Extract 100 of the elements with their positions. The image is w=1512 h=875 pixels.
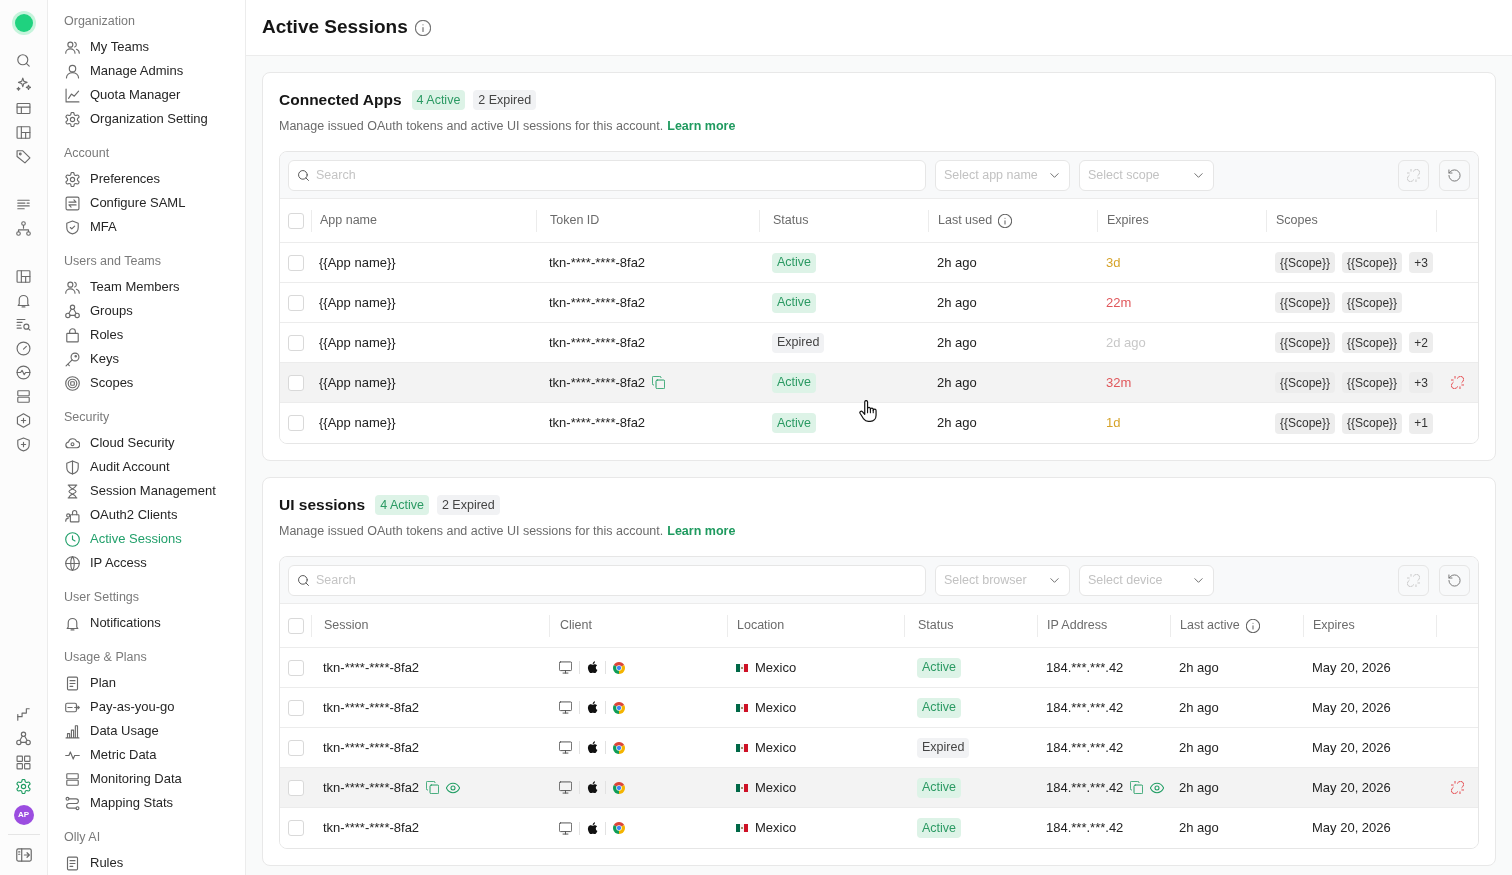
scope-tag: {{Scope}} <box>1275 372 1336 393</box>
section-title: User Settings <box>64 588 141 606</box>
nav-item[interactable]: MFA <box>64 215 237 239</box>
unlink-icon[interactable] <box>1450 376 1464 389</box>
row-checkbox[interactable] <box>287 659 304 676</box>
sparkles-icon[interactable] <box>16 76 31 92</box>
row-checkbox[interactable] <box>287 699 304 716</box>
table-cell-text: {{App name}} <box>319 253 396 272</box>
logo-icon[interactable] <box>11 11 36 35</box>
unlink-icon[interactable] <box>1450 781 1464 794</box>
row-checkbox[interactable] <box>287 415 304 431</box>
count-tag: +3 <box>1409 372 1433 393</box>
info-icon[interactable] <box>1245 618 1260 633</box>
monitor-icon <box>559 701 572 714</box>
shield-check-icon <box>65 219 80 235</box>
info-icon[interactable] <box>414 19 431 36</box>
table-cell-text: Mexico <box>755 698 797 717</box>
globe-icon <box>65 555 80 571</box>
search-field[interactable]: Search <box>288 564 926 596</box>
nav-item[interactable]: Roles <box>64 323 237 347</box>
tag-icon[interactable] <box>16 148 31 164</box>
count-tag: +2 <box>1409 332 1433 353</box>
nav-item[interactable]: Session Management <box>64 479 237 503</box>
nav-item[interactable]: Mapping Stats <box>64 791 237 815</box>
refresh-button[interactable] <box>1439 159 1470 191</box>
column-header: Last used <box>938 212 993 230</box>
nav-item[interactable]: Plan <box>64 671 237 695</box>
list-search-icon[interactable] <box>16 316 31 332</box>
layout-icon[interactable] <box>16 124 31 140</box>
sidebar-toggle-icon[interactable] <box>15 847 32 863</box>
bell-icon[interactable] <box>16 292 31 308</box>
nav-item[interactable]: Organization Setting <box>64 107 237 131</box>
layout-icon[interactable] <box>16 268 31 284</box>
table-cell-text: May 20, 2026 <box>1312 698 1391 717</box>
copy-icon[interactable] <box>652 376 666 389</box>
lock-user-icon <box>65 507 80 523</box>
copy-icon[interactable] <box>1130 781 1144 794</box>
column-header: Client <box>560 617 592 635</box>
learn-more-link[interactable]: Learn more <box>667 524 736 538</box>
row-checkbox[interactable] <box>287 254 304 271</box>
nav-item[interactable]: Quota Manager <box>64 83 237 107</box>
nav-item[interactable]: Monitoring Data <box>64 767 237 791</box>
row-checkbox[interactable] <box>287 739 304 756</box>
hierarchy-icon[interactable] <box>16 220 31 236</box>
row-checkbox[interactable] <box>287 779 304 796</box>
server-icon[interactable] <box>16 388 31 404</box>
settings-icon[interactable] <box>16 778 31 794</box>
avatar[interactable]: AP <box>13 805 34 825</box>
nodes-icon[interactable] <box>16 730 31 746</box>
nav-item[interactable]: Metric Data <box>64 743 237 767</box>
table-cell-text: Mexico <box>755 778 797 797</box>
info-icon[interactable] <box>998 213 1013 228</box>
row-checkbox[interactable] <box>287 294 304 311</box>
nav-item[interactable]: Pay-as-you-go <box>64 695 237 719</box>
nav-item[interactable]: Audit Account <box>64 455 237 479</box>
flag-icon <box>736 824 748 832</box>
row-checkbox[interactable] <box>287 820 304 836</box>
nav-item[interactable]: Rules <box>64 851 237 875</box>
pulse-icon[interactable] <box>16 364 31 380</box>
learn-more-link[interactable]: Learn more <box>667 119 736 133</box>
select-all-checkbox[interactable] <box>287 212 304 229</box>
apple-icon <box>587 661 598 674</box>
table-icon[interactable] <box>16 100 31 116</box>
nav-item[interactable]: Keys <box>64 347 237 371</box>
nav-item[interactable]: Configure SAML <box>64 191 237 215</box>
shield-plus-icon[interactable] <box>16 436 31 452</box>
refresh-button[interactable] <box>1439 564 1470 596</box>
select-all-checkbox[interactable] <box>287 617 304 634</box>
nav-item[interactable]: IP Access <box>64 551 237 575</box>
eye-icon[interactable] <box>446 780 461 795</box>
search-icon[interactable] <box>16 52 31 68</box>
grid-icon[interactable] <box>16 754 31 770</box>
search-field[interactable]: Search <box>288 159 926 191</box>
count-badge: 4 Active <box>411 90 466 110</box>
table-cell-text: tkn-****-****-8fa2 <box>323 778 420 797</box>
column-header: Status <box>773 212 809 230</box>
gauge-icon[interactable] <box>16 340 31 356</box>
eye-icon[interactable] <box>1150 780 1165 795</box>
nav-item[interactable]: Manage Admins <box>64 59 237 83</box>
users-icon <box>65 39 80 55</box>
status-badge: Active <box>917 777 962 798</box>
row-checkbox[interactable] <box>287 374 304 391</box>
cloud-icon <box>65 435 80 451</box>
target-icon <box>65 375 80 391</box>
copy-icon[interactable] <box>426 781 440 794</box>
nav-item[interactable]: OAuth2 Clients <box>64 503 237 527</box>
nav-item[interactable]: Preferences <box>64 167 237 191</box>
table-cell-text: 22m <box>1106 293 1132 312</box>
card-description: Manage issued OAuth tokens and active UI sessions for this account. Learn more <box>279 523 737 539</box>
nav-item[interactable]: Scopes <box>64 371 237 395</box>
row-checkbox[interactable] <box>287 334 304 351</box>
nav-item[interactable]: Groups <box>64 299 237 323</box>
nav-item[interactable]: Notifications <box>64 611 237 635</box>
section-title: Security <box>64 408 111 426</box>
hexagon-plus-icon[interactable] <box>16 412 31 428</box>
nav-item[interactable]: Cloud Security <box>64 431 237 455</box>
stairs-icon[interactable] <box>16 706 31 722</box>
nav-item[interactable]: My Teams <box>64 35 237 59</box>
nav-item[interactable]: Team Members <box>64 275 237 299</box>
nav-item[interactable]: Data Usage <box>64 719 237 743</box>
